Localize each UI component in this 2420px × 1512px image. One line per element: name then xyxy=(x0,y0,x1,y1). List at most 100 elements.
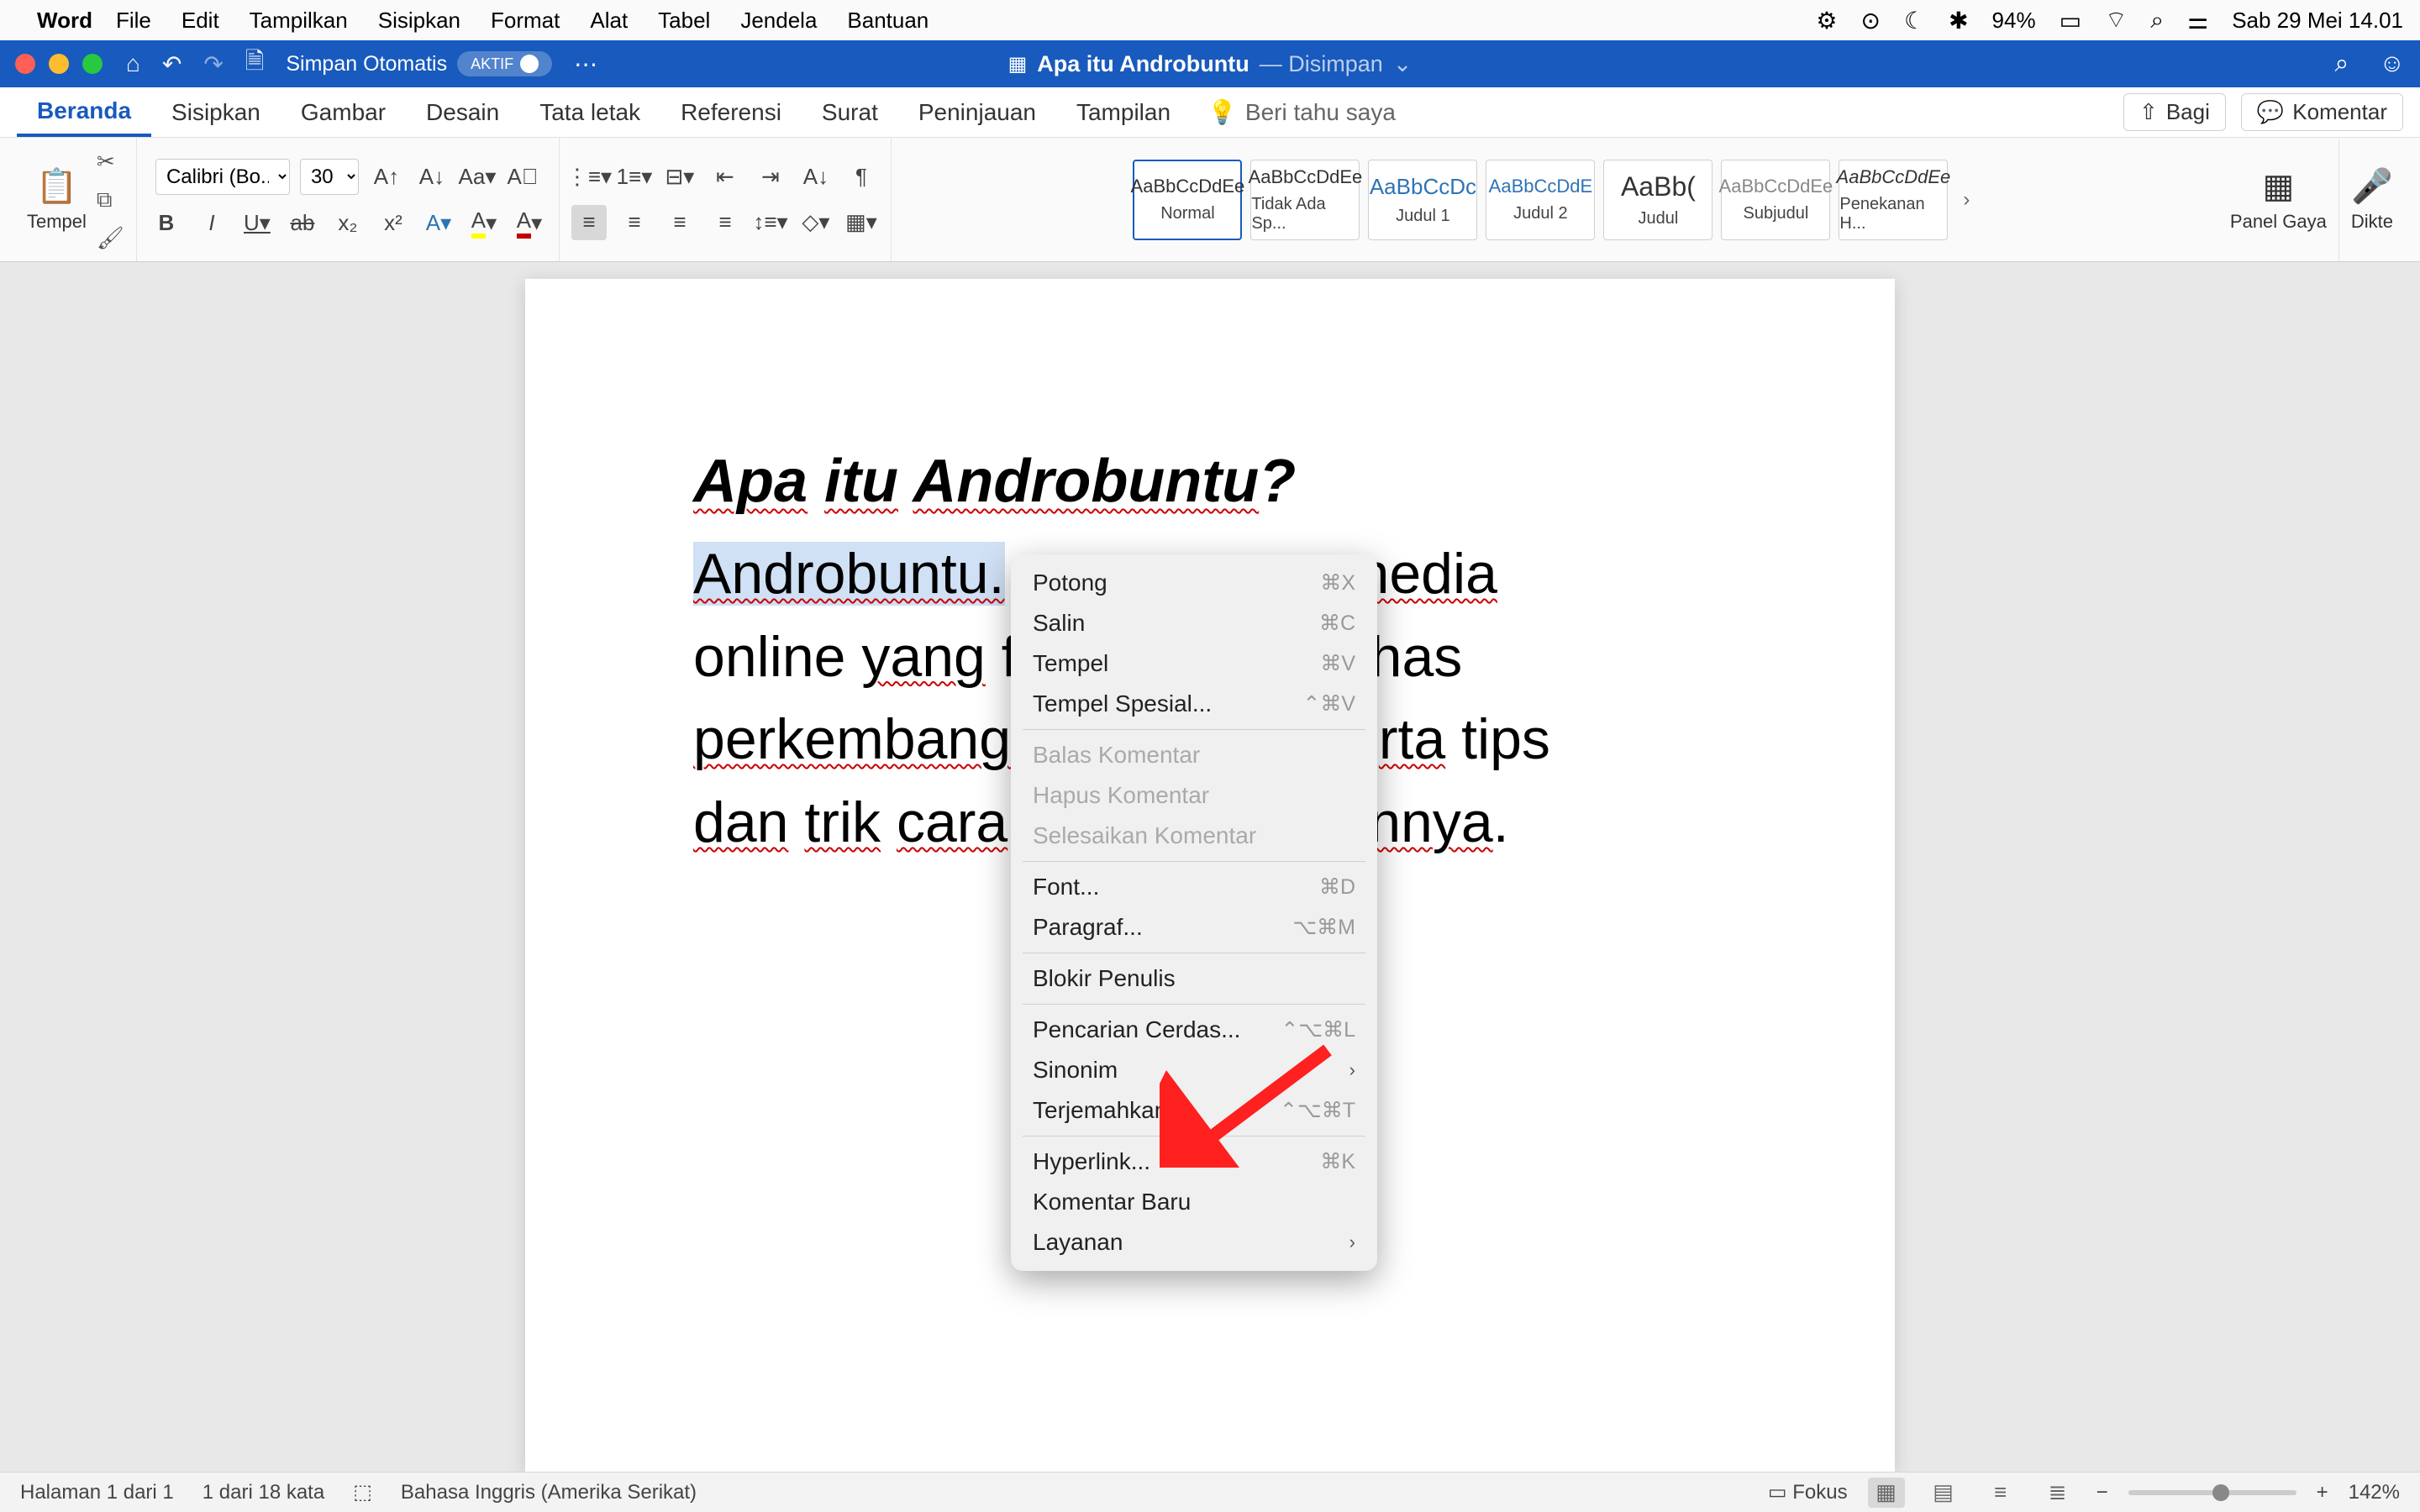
strikethrough-button[interactable]: ab xyxy=(285,205,320,240)
zoom-slider[interactable] xyxy=(2128,1490,2296,1495)
decrease-indent-button[interactable]: ⇤ xyxy=(708,160,743,195)
styles-pane-button[interactable]: ▦ Panel Gaya xyxy=(2230,167,2327,233)
menu-tools[interactable]: Alat xyxy=(590,8,628,34)
style-emphasis[interactable]: AaBbCcDdEePenekanan H... xyxy=(1839,160,1948,240)
home-icon[interactable]: ⌂ xyxy=(126,50,140,77)
wifi-icon[interactable]: ⌔ xyxy=(2105,6,2127,35)
align-center-button[interactable]: ≡ xyxy=(617,205,652,240)
spellcheck-icon[interactable]: ⬚ xyxy=(353,1480,372,1504)
tab-beranda[interactable]: Beranda xyxy=(17,87,151,137)
increase-indent-button[interactable]: ⇥ xyxy=(753,160,788,195)
font-size-select[interactable]: 30 xyxy=(300,159,359,195)
tab-tampilan[interactable]: Tampilan xyxy=(1056,87,1191,137)
context-item-3[interactable]: Tempel Spesial...⌃⌘V xyxy=(1011,684,1377,724)
context-item-2[interactable]: Tempel⌘V xyxy=(1011,643,1377,684)
selected-text[interactable]: Androbuntu. xyxy=(693,542,1005,606)
font-name-select[interactable]: Calibri (Bo... xyxy=(155,159,290,195)
autosave-toggle[interactable]: Simpan Otomatis AKTIF xyxy=(286,51,552,76)
bluetooth-off-icon[interactable]: ✱ xyxy=(1949,7,1968,34)
share-button[interactable]: ⇧Bagi xyxy=(2123,93,2226,131)
bold-button[interactable]: B xyxy=(149,205,184,240)
italic-button[interactable]: I xyxy=(194,205,229,240)
menu-edit[interactable]: Edit xyxy=(182,8,219,34)
tab-referensi[interactable]: Referensi xyxy=(660,87,802,137)
menu-file[interactable]: File xyxy=(116,8,151,34)
word-count[interactable]: 1 dari 18 kata xyxy=(203,1481,324,1504)
minimize-window-button[interactable] xyxy=(49,54,69,74)
draft-view[interactable]: ≣ xyxy=(2039,1478,2076,1508)
shading-button[interactable]: ◇▾ xyxy=(798,205,834,240)
tell-me-search[interactable]: 💡 Beri tahu saya xyxy=(1207,98,1396,126)
zoom-in-button[interactable]: + xyxy=(2317,1481,2328,1504)
search-icon[interactable]: ⌕ xyxy=(2335,50,2349,78)
menu-table[interactable]: Tabel xyxy=(658,8,710,34)
context-item-9[interactable]: Font...⌘D xyxy=(1011,867,1377,907)
tab-surat[interactable]: Surat xyxy=(802,87,898,137)
app-name[interactable]: Word xyxy=(37,8,92,34)
context-item-0[interactable]: Potong⌘X xyxy=(1011,563,1377,603)
subscript-button[interactable]: x₂ xyxy=(330,205,366,240)
page-indicator[interactable]: Halaman 1 dari 1 xyxy=(20,1481,174,1504)
cut-icon[interactable]: ✂ xyxy=(97,149,124,175)
tab-tataletak[interactable]: Tata letak xyxy=(519,87,660,137)
justify-button[interactable]: ≡ xyxy=(708,205,743,240)
multilevel-button[interactable]: ⊟▾ xyxy=(662,160,697,195)
redo-icon[interactable]: ↷ xyxy=(203,50,223,78)
style-subtitle[interactable]: AaBbCcDdEeSubjudul xyxy=(1721,160,1830,240)
dictate-button[interactable]: 🎤 Dikte xyxy=(2351,166,2393,233)
context-item-1[interactable]: Salin⌘C xyxy=(1011,603,1377,643)
style-heading2[interactable]: AaBbCcDdEJudul 2 xyxy=(1486,160,1595,240)
superscript-button[interactable]: x² xyxy=(376,205,411,240)
more-icon[interactable]: ⋯ xyxy=(574,50,597,78)
chevron-down-icon[interactable]: ⌄ xyxy=(1393,51,1413,77)
numbering-button[interactable]: 1≡▾ xyxy=(617,160,652,195)
document-title[interactable]: ▦ Apa itu Androbuntu — Disimpan ⌄ xyxy=(1008,51,1413,77)
undo-icon[interactable]: ↶ xyxy=(162,50,182,78)
context-item-15[interactable]: Sinonim› xyxy=(1011,1050,1377,1090)
align-right-button[interactable]: ≡ xyxy=(662,205,697,240)
styles-more-button[interactable]: › xyxy=(1956,160,1976,240)
tab-gambar[interactable]: Gambar xyxy=(281,87,406,137)
style-normal[interactable]: AaBbCcDdEeNormal xyxy=(1133,160,1242,240)
spotlight-icon[interactable]: ⌕ xyxy=(2150,7,2164,34)
zoom-percent[interactable]: 142% xyxy=(2349,1481,2400,1504)
control-center-icon[interactable]: ⚌ xyxy=(2187,7,2208,34)
increase-font-icon[interactable]: A↑ xyxy=(369,160,404,195)
context-item-14[interactable]: Pencarian Cerdas...⌃⌥⌘L xyxy=(1011,1010,1377,1050)
style-title[interactable]: AaBb(Judul xyxy=(1603,160,1712,240)
outline-view[interactable]: ≡ xyxy=(1982,1478,2019,1508)
battery-icon[interactable]: ▭ xyxy=(2060,7,2081,34)
smiley-icon[interactable]: ☺ xyxy=(2379,50,2405,78)
underline-button[interactable]: U▾ xyxy=(239,205,275,240)
menu-help[interactable]: Bantuan xyxy=(847,8,929,34)
paste-button[interactable]: 📋 Tempel xyxy=(27,166,87,233)
menu-view[interactable]: Tampilkan xyxy=(250,8,348,34)
menu-format[interactable]: Format xyxy=(491,8,560,34)
do-not-disturb-icon[interactable]: ☾ xyxy=(1904,7,1925,34)
clear-format-icon[interactable]: A⃠ xyxy=(505,160,540,195)
tab-desain[interactable]: Desain xyxy=(406,87,519,137)
context-item-18[interactable]: Hyperlink...⌘K xyxy=(1011,1142,1377,1182)
style-nospacing[interactable]: AaBbCcDdEeTidak Ada Sp... xyxy=(1250,160,1360,240)
battery-percent[interactable]: 94% xyxy=(1992,8,2036,34)
focus-button[interactable]: ▭ Fokus xyxy=(1768,1480,1848,1504)
borders-button[interactable]: ▦▾ xyxy=(844,205,879,240)
context-item-10[interactable]: Paragraf...⌥⌘M xyxy=(1011,907,1377,948)
context-item-19[interactable]: Komentar Baru xyxy=(1011,1182,1377,1222)
style-heading1[interactable]: AaBbCcDcJudul 1 xyxy=(1368,160,1477,240)
context-item-16[interactable]: Terjemahkan...⌃⌥⌘T xyxy=(1011,1090,1377,1131)
screen-record-icon[interactable]: ⊙ xyxy=(1861,7,1881,34)
close-window-button[interactable] xyxy=(15,54,35,74)
menu-insert[interactable]: Sisipkan xyxy=(378,8,460,34)
print-layout-view[interactable]: ▦ xyxy=(1868,1478,1905,1508)
font-color-button[interactable]: A▾ xyxy=(512,205,547,240)
doc-heading[interactable]: Apa itu Androbuntu? xyxy=(693,447,1727,516)
web-layout-view[interactable]: ▤ xyxy=(1925,1478,1962,1508)
highlight-button[interactable]: A▾ xyxy=(466,205,502,240)
text-effects-icon[interactable]: A▾ xyxy=(421,205,456,240)
change-case-icon[interactable]: Aa▾ xyxy=(460,160,495,195)
file-icon[interactable]: 🗎 xyxy=(245,44,265,84)
align-left-button[interactable]: ≡ xyxy=(571,205,607,240)
tab-sisipkan[interactable]: Sisipkan xyxy=(151,87,281,137)
zoom-out-button[interactable]: − xyxy=(2096,1481,2108,1504)
